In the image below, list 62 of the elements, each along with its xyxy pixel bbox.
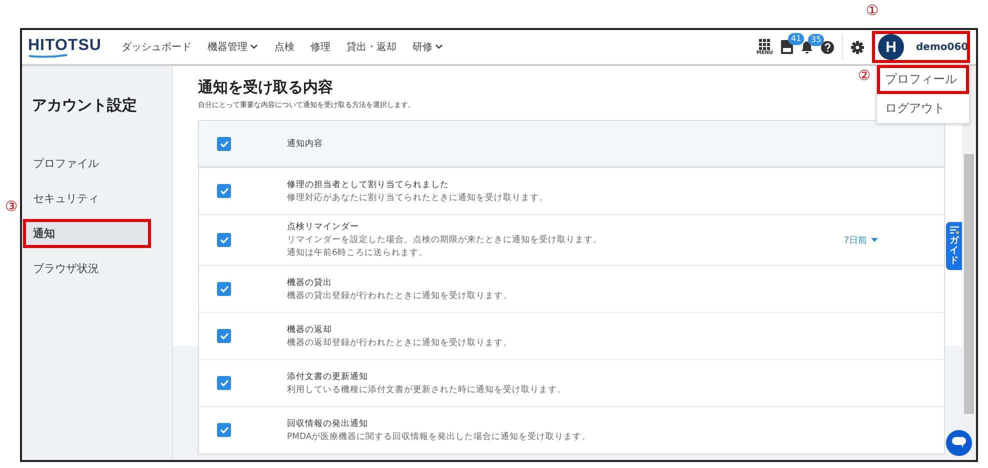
nav-link[interactable]: 機器管理 [207, 40, 258, 54]
notification-description: PMDAが医療機器に関する回収情報を発出した場合に通知を受け取ります。 [287, 430, 592, 442]
notification-description: 通知は午前6時ころに送られます。 [287, 247, 428, 259]
checkbox[interactable] [217, 233, 231, 247]
annotation-number: ③ [5, 199, 18, 215]
timing-dropdown[interactable]: 7日前 [844, 234, 878, 246]
notification-badge: 35 [808, 34, 824, 46]
check-icon [220, 332, 228, 340]
sidebar-item[interactable]: ブラウザ状況 [23, 254, 151, 283]
notification-badge: 41 [788, 33, 804, 45]
check-icon [220, 187, 228, 195]
annotation-number: ① [866, 3, 879, 19]
notification-title: 機器の返却 [287, 324, 333, 336]
bell-icon[interactable] [801, 40, 813, 54]
notification-description: 修理対応があなたに割り当てられたときに通知を受け取ります。 [287, 192, 549, 204]
list-icon [950, 226, 958, 234]
sidebar-item[interactable]: セキュリティ [23, 184, 151, 213]
nav-link[interactable]: 修理 [310, 40, 330, 54]
notification-title: 機器の貸出 [287, 276, 333, 288]
notification-title: 修理の担当者として割り当てられました [287, 178, 450, 190]
menu-item[interactable]: ログアウト [877, 94, 969, 123]
checkbox[interactable] [217, 423, 231, 437]
notification-description: 機器の貸出登録が行われたときに通知を受け取ります。 [287, 290, 513, 302]
checkbox[interactable] [217, 184, 231, 198]
sidebar-item[interactable]: プロファイル [23, 149, 151, 178]
avatar: H [878, 34, 904, 60]
notification-title: 点検リマインダー [287, 221, 360, 233]
check-icon [220, 140, 228, 148]
check-icon [220, 285, 228, 293]
sidebar-title: アカウント設定 [31, 96, 138, 115]
column-header: 通知内容 [287, 138, 324, 150]
annotation-number: ② [858, 68, 871, 84]
check-icon [220, 236, 228, 244]
checkbox[interactable] [217, 136, 231, 150]
document-icon[interactable] [781, 40, 793, 54]
settings-icon[interactable] [851, 40, 864, 54]
sidebar-item[interactable]: 通知 [23, 219, 151, 248]
checkbox[interactable] [217, 329, 231, 343]
check-icon [220, 426, 228, 434]
notification-description: 機器の返却登録が行われたときに通知を受け取ります。 [287, 336, 513, 348]
notification-title: 回収情報の発出通知 [287, 418, 369, 430]
help-icon[interactable] [821, 40, 834, 54]
nav-link[interactable]: ダッシュボード [121, 40, 192, 54]
logo-text[interactable]: HITOTSU [28, 36, 102, 54]
section-title: 通知を受け取る内容 [198, 78, 333, 97]
notification-description: リマインダーを設定した場合、点検の期限が来たときに通知を受け取ります。 [287, 234, 603, 246]
chat-bubble-icon [952, 437, 966, 449]
nav-link[interactable]: 研修 [412, 40, 444, 54]
notification-title: 添付文書の更新通知 [287, 370, 369, 382]
grid-menu-icon[interactable] [759, 38, 770, 50]
user-menu-button[interactable]: H demo060 [872, 31, 970, 63]
checkbox[interactable] [217, 282, 231, 296]
check-icon [220, 379, 228, 387]
nav-link[interactable]: 貸出・返却 [346, 40, 396, 54]
nav-link[interactable]: 点検 [274, 40, 294, 54]
scrollbar-thumb[interactable] [964, 154, 974, 414]
logo-swoosh-icon [28, 54, 68, 58]
guide-tab[interactable]: ガイド [946, 222, 962, 270]
checkbox[interactable] [217, 376, 231, 390]
menu-item[interactable]: プロフィール [877, 65, 969, 94]
caret-icon [871, 238, 878, 242]
notification-description: 利用している機種に添付文書が更新された時に通知を受け取ります。 [287, 384, 567, 396]
